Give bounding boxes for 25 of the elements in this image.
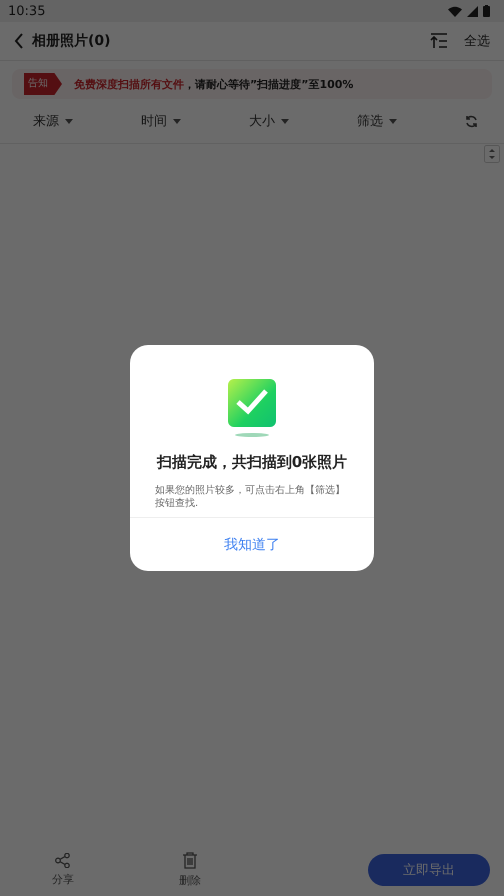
sort-icon[interactable]	[430, 33, 448, 49]
page-title: 相册照片(0)	[32, 32, 112, 50]
export-button[interactable]: 立即导出	[368, 854, 490, 886]
select-all-button[interactable]: 全选	[464, 32, 490, 50]
notice-text: 免费深度扫描所有文件，请耐心等待”扫描进度”至100%	[74, 76, 354, 92]
toolbar-action[interactable]: 删除	[159, 852, 221, 888]
battery-icon	[483, 5, 490, 17]
back-icon[interactable]	[14, 33, 24, 49]
filter-dropdown[interactable]: 时间	[141, 112, 249, 130]
share-icon	[55, 853, 71, 868]
toolbar-action[interactable]: 分享	[32, 853, 94, 887]
signal-icon	[467, 6, 478, 16]
filter-dropdown[interactable]: 筛选	[357, 112, 465, 130]
trash-icon	[182, 852, 198, 869]
status-time: 10:35	[8, 4, 46, 18]
confirm-button[interactable]: 我知道了	[130, 517, 374, 571]
dialog-message: 如果您的照片较多，可点击右上角【筛选】按钮查找.	[155, 484, 346, 510]
refresh-icon[interactable]	[465, 114, 478, 128]
dialog-title: 扫描完成，共扫描到0张照片	[156, 453, 348, 472]
wifi-icon	[448, 6, 462, 16]
scroll-toggle-icon[interactable]	[484, 145, 500, 163]
filter-dropdown[interactable]: 来源	[33, 112, 141, 130]
checkmark-icon	[227, 378, 277, 438]
filter-dropdown[interactable]: 大小	[249, 112, 357, 130]
notice-tag: 告知	[24, 73, 62, 95]
